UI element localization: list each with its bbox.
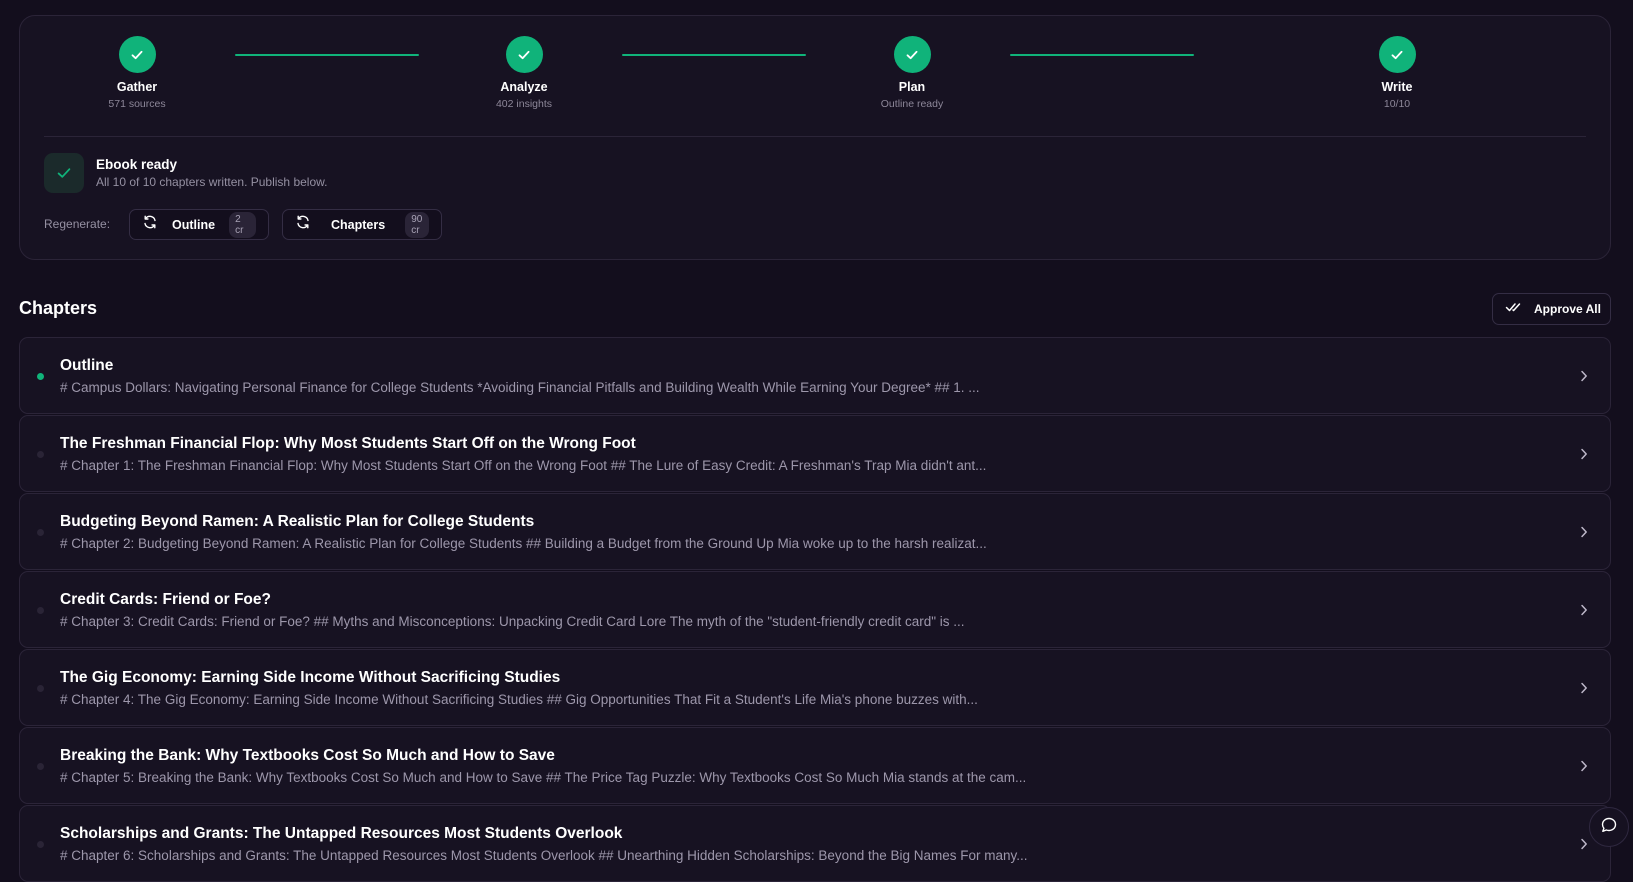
chapter-row[interactable]: Budgeting Beyond Ramen: A Realistic Plan… [19, 493, 1611, 570]
chapter-title: Outline [60, 357, 114, 374]
chevron-right-icon [1577, 759, 1591, 773]
chapter-title: Budgeting Beyond Ramen: A Realistic Plan… [60, 513, 535, 530]
chapter-title: Credit Cards: Friend or Foe? [60, 591, 271, 608]
step-connector [1010, 54, 1194, 56]
regenerate-chapters-button[interactable]: Chapters 90 cr [282, 209, 442, 240]
step-label: Gather [116, 80, 158, 94]
check-icon [505, 36, 543, 73]
chat-bubble-icon [1600, 816, 1618, 839]
step-sublabel: Outline ready [880, 98, 944, 110]
status-title: Ebook ready [96, 157, 178, 172]
pipeline-progress-card: Gather 571 sources Analyze 402 insights … [19, 15, 1611, 260]
chapter-preview: # Chapter 2: Budgeting Beyond Ramen: A R… [60, 536, 987, 551]
chapter-row[interactable]: Credit Cards: Friend or Foe? # Chapter 3… [19, 571, 1611, 648]
step-write: Write 10/10 [1317, 36, 1477, 110]
chapter-row[interactable]: The Gig Economy: Earning Side Income Wit… [19, 649, 1611, 726]
status-dot [37, 685, 44, 692]
chevron-right-icon [1577, 837, 1591, 851]
refresh-icon [142, 214, 158, 235]
status-dot [37, 451, 44, 458]
chevron-right-icon [1577, 447, 1591, 461]
credit-cost-badge: 2 cr [229, 211, 256, 238]
step-sublabel: 402 insights [495, 98, 553, 110]
step-sublabel: 571 sources [108, 98, 166, 110]
check-icon [1378, 36, 1416, 73]
chapter-title: The Freshman Financial Flop: Why Most St… [60, 435, 636, 452]
chevron-right-icon [1577, 603, 1591, 617]
step-label: Plan [898, 80, 926, 94]
status-dot [37, 373, 44, 380]
chapter-title: The Gig Economy: Earning Side Income Wit… [60, 669, 561, 686]
check-icon [44, 153, 84, 193]
step-connector [622, 54, 806, 56]
step-gather: Gather 571 sources [57, 36, 217, 110]
step-sublabel: 10/10 [1383, 98, 1411, 110]
chapter-preview: # Chapter 3: Credit Cards: Friend or Foe… [60, 614, 965, 629]
step-plan: Plan Outline ready [832, 36, 992, 110]
check-icon [118, 36, 156, 73]
chapter-preview: # Chapter 6: Scholarships and Grants: Th… [60, 848, 1028, 863]
chapter-preview: # Chapter 4: The Gig Economy: Earning Si… [60, 692, 978, 707]
credit-cost-badge: 90 cr [405, 211, 429, 238]
button-label: Outline [172, 217, 216, 232]
step-label: Write [1381, 80, 1413, 94]
regenerate-outline-button[interactable]: Outline 2 cr [129, 209, 269, 240]
chapter-preview: # Chapter 5: Breaking the Bank: Why Text… [60, 770, 1027, 785]
status-dot [37, 607, 44, 614]
check-icon [893, 36, 931, 73]
status-dot [37, 529, 44, 536]
chapter-title: Breaking the Bank: Why Textbooks Cost So… [60, 747, 555, 764]
refresh-icon [295, 214, 311, 235]
chapter-row[interactable]: The Freshman Financial Flop: Why Most St… [19, 415, 1611, 492]
chapter-row[interactable]: Breaking the Bank: Why Textbooks Cost So… [19, 727, 1611, 804]
chevron-right-icon [1577, 525, 1591, 539]
step-analyze: Analyze 402 insights [444, 36, 604, 110]
step-label: Analyze [500, 80, 548, 94]
chapter-preview: # Chapter 1: The Freshman Financial Flop… [60, 458, 987, 473]
divider [44, 136, 1586, 137]
status-dot [37, 763, 44, 770]
step-connector [235, 54, 419, 56]
chapter-preview: # Campus Dollars: Navigating Personal Fi… [60, 380, 980, 395]
status-subtitle: All 10 of 10 chapters written. Publish b… [96, 175, 328, 189]
double-check-icon [1505, 300, 1523, 319]
chapter-row[interactable]: Scholarships and Grants: The Untapped Re… [19, 805, 1611, 882]
chapters-heading: Chapters [19, 298, 98, 318]
chevron-right-icon [1577, 681, 1591, 695]
chevron-right-icon [1577, 369, 1591, 383]
status-dot [37, 841, 44, 848]
chapter-title: Scholarships and Grants: The Untapped Re… [60, 825, 623, 842]
chat-button[interactable] [1589, 807, 1629, 847]
approve-all-button[interactable]: Approve All [1492, 293, 1611, 325]
button-label: Chapters [331, 217, 386, 232]
regenerate-label: Regenerate: [44, 217, 111, 231]
button-label: Approve All [1534, 302, 1601, 316]
chapter-row[interactable]: Outline # Campus Dollars: Navigating Per… [19, 337, 1611, 414]
